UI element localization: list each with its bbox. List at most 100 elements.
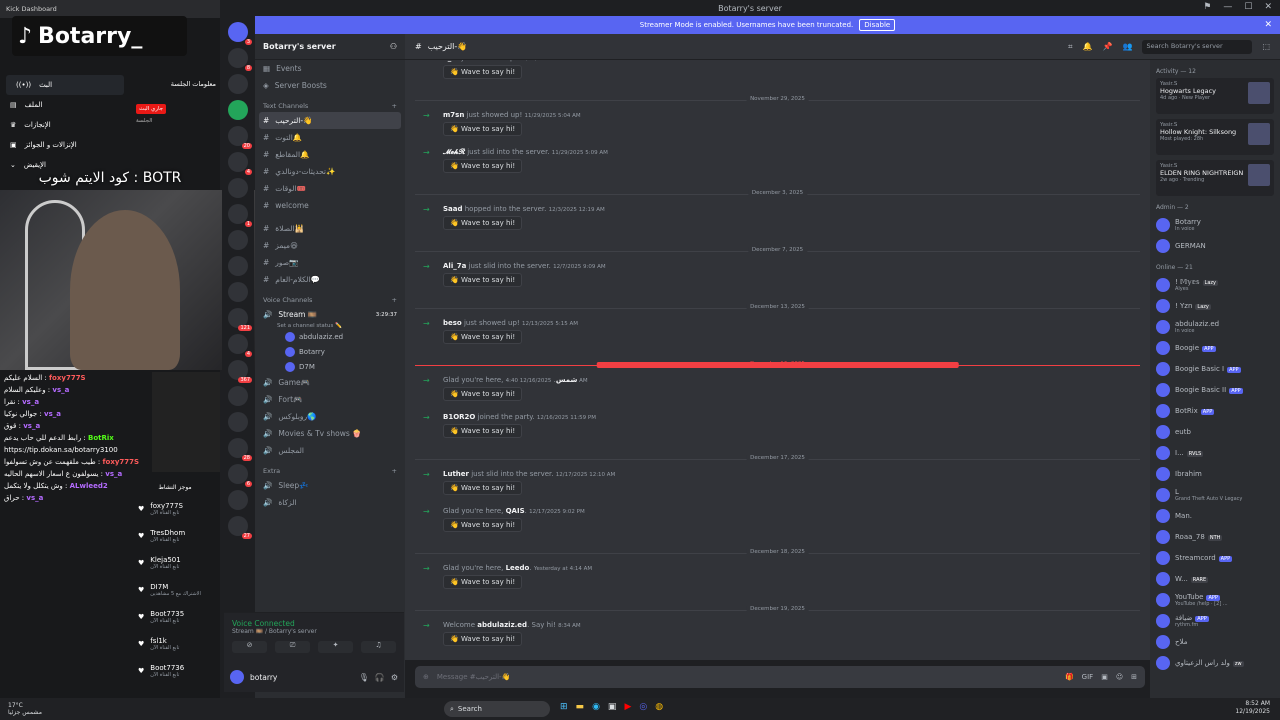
text-channel[interactable]: # الوقات🎟️ <box>255 180 405 197</box>
headphones-icon[interactable]: 🎧 <box>375 673 385 682</box>
text-channel[interactable]: # المقاطع🔔 <box>255 146 405 163</box>
threads-icon[interactable]: ⌗ <box>1068 42 1073 52</box>
text-channel[interactable]: # الترحيب-👋 <box>259 112 401 129</box>
server-icon[interactable] <box>228 100 248 120</box>
message-username[interactable]: m7sn <box>443 111 464 119</box>
sticker-icon[interactable]: ▣ <box>1101 673 1108 681</box>
clock[interactable]: 8:52 AM 12/19/2025 <box>1235 700 1270 716</box>
server-icon[interactable]: 28 <box>228 438 252 461</box>
wave-button[interactable]: 👋 Wave to say hi! <box>443 330 523 344</box>
message-username[interactable]: Ali_7a <box>443 262 466 270</box>
voice-channel[interactable]: 🔊 Sleep💤 <box>255 477 405 494</box>
inbox-icon[interactable]: ⚑ <box>1203 2 1211 12</box>
taskbar-search[interactable]: ⌕ Search <box>444 701 550 717</box>
text-channel[interactable]: # الصلاة🕌 <box>255 220 405 237</box>
windows-start-icon[interactable]: ⊞ <box>560 702 568 712</box>
category-voice[interactable]: Voice Channels + <box>255 288 405 306</box>
wave-button[interactable]: 👋 Wave to say hi! <box>443 424 523 438</box>
activities-button[interactable]: ✦ <box>318 641 353 653</box>
bell-icon[interactable]: 🔔 <box>1083 42 1093 51</box>
voice-channel-stream[interactable]: 🔊 Stream 🎞️ 3:29:37 <box>255 306 405 323</box>
server-icon[interactable] <box>228 490 248 510</box>
server-icon[interactable]: 3 <box>228 22 252 45</box>
voice-channel[interactable]: 🔊 روبلوكس🌎 <box>255 408 405 425</box>
text-channel[interactable]: # تحديثات-دونالدي✨ <box>255 163 405 180</box>
youtube-icon[interactable]: ▶ <box>624 702 631 712</box>
server-icon[interactable]: 4 <box>228 152 252 175</box>
member-item[interactable]: ! Yzn Lazy <box>1156 295 1274 316</box>
file-explorer-icon[interactable]: ▬ <box>576 702 585 712</box>
member-item[interactable]: Botarry In voice <box>1156 214 1274 235</box>
server-header[interactable]: Botarry's server ⚇ <box>255 34 405 60</box>
camera-button[interactable]: ⊘ <box>232 641 267 653</box>
soundboard-button[interactable]: ♫ <box>361 641 396 653</box>
member-item[interactable]: W... RARE <box>1156 568 1274 589</box>
edge-icon[interactable]: ◉ <box>592 702 600 712</box>
voice-user[interactable]: abdulaziz.ed <box>255 329 405 344</box>
voice-user[interactable]: D7M <box>255 359 405 374</box>
inbox-icon[interactable]: ⬚ <box>1262 42 1270 51</box>
activity-card[interactable]: Yasir.S Hollow Knight: Silksong Most playe… <box>1156 119 1274 155</box>
member-item[interactable]: Boogie APP <box>1156 337 1274 358</box>
member-item[interactable]: eutb <box>1156 421 1274 442</box>
member-item[interactable]: Man. <box>1156 505 1274 526</box>
voice-channel[interactable]: 🔊 Game🎮 <box>255 374 405 391</box>
text-channel[interactable]: # welcome <box>255 197 405 214</box>
member-item[interactable]: Streamcord APP <box>1156 547 1274 568</box>
member-item[interactable]: YouTube APP YouTube /help · [2] ... <box>1156 589 1274 610</box>
search-input[interactable]: Search Botarry's server <box>1142 39 1253 54</box>
minimize-button[interactable]: — <box>1223 2 1232 12</box>
message-username[interactable]: Saad <box>443 205 463 213</box>
category-extra[interactable]: Extra + <box>255 459 405 477</box>
voice-channel[interactable]: 🔊 المجلس <box>255 442 405 459</box>
plus-icon[interactable]: + <box>392 296 397 304</box>
server-icon[interactable]: 1 <box>228 204 252 227</box>
voice-channel[interactable]: 🔊 Movies & Tv shows 🍿 <box>255 425 405 442</box>
plus-icon[interactable]: + <box>392 102 397 110</box>
member-item[interactable]: I... RVLS <box>1156 442 1274 463</box>
text-channel[interactable]: # الكلام-العام💬 <box>255 271 405 288</box>
gif-icon[interactable]: GIF <box>1082 673 1094 681</box>
server-icon[interactable] <box>228 230 248 250</box>
server-icon[interactable]: 367 <box>228 360 252 383</box>
member-item[interactable]: ملاح <box>1156 631 1274 652</box>
member-item[interactable]: abdulaziz.ed In voice <box>1156 316 1274 337</box>
wave-button[interactable]: 👋 Wave to say hi! <box>443 387 523 401</box>
message-username[interactable]: QAIS <box>506 507 525 515</box>
wave-button[interactable]: 👋 Wave to say hi! <box>443 481 523 495</box>
message-input[interactable]: ⊕ Message #الترحيب-👋 🎁 GIF ▣ ☺ ⊞ <box>415 666 1145 688</box>
discord-icon[interactable]: ◎ <box>639 702 647 712</box>
member-item[interactable]: Boogie Basic I APP <box>1156 358 1274 379</box>
kick-nav-item[interactable]: الإنجازات ♛ <box>0 115 130 135</box>
activity-card[interactable]: Yasir.S Hogwarts Legacy 4d ago · New Playe… <box>1156 78 1274 114</box>
wave-button[interactable]: 👋 Wave to say hi! <box>443 122 523 136</box>
wave-button[interactable]: 👋 Wave to say hi! <box>443 575 523 589</box>
server-boosts-item[interactable]: ◈ Server Boosts <box>255 77 405 94</box>
plus-icon[interactable]: + <box>392 467 397 475</box>
message-username[interactable]: شمس <box>556 376 577 384</box>
plus-icon[interactable]: ⊕ <box>423 673 429 681</box>
screen-share-button[interactable]: ⎚ <box>275 641 310 653</box>
voice-channel[interactable]: 🔊 الزكاة <box>255 494 405 511</box>
wave-button[interactable]: 👋 Wave to say hi! <box>443 518 523 532</box>
chrome-icon[interactable]: ◍ <box>655 702 663 712</box>
message-username[interactable]: 𝓜𝓮𝓱𝓡 <box>443 148 465 156</box>
wave-button[interactable]: 👋 Wave to say hi! <box>443 216 523 230</box>
kick-nav-item[interactable]: الملف ▤ <box>0 95 130 115</box>
add-member-icon[interactable]: ⚇ <box>390 42 397 51</box>
voice-user[interactable]: Botarry <box>255 344 405 359</box>
server-icon[interactable] <box>228 282 248 302</box>
category-text[interactable]: Text Channels + <box>255 94 405 112</box>
member-item[interactable]: ضيافة APP rythm.fm <box>1156 610 1274 631</box>
member-item[interactable]: ! 𝕄𝕪𝕖𝕤 Lazy Alyes <box>1156 274 1274 295</box>
kick-nav-item[interactable]: الإنزالات و الجوائز ▣ <box>0 135 130 155</box>
server-icon[interactable] <box>228 412 248 432</box>
message-username[interactable]: beso <box>443 319 462 327</box>
message-username[interactable]: F_... <box>443 60 459 62</box>
pin-icon[interactable]: 📌 <box>1103 42 1113 51</box>
kick-nav-item[interactable]: البث ((•)) <box>6 75 124 95</box>
member-item[interactable]: L Grand Theft Auto V Legacy <box>1156 484 1274 505</box>
message-username[interactable]: abdulaziz.ed <box>477 621 527 629</box>
server-icon[interactable]: 27 <box>228 516 252 539</box>
message-username[interactable]: Leedo <box>506 564 530 572</box>
